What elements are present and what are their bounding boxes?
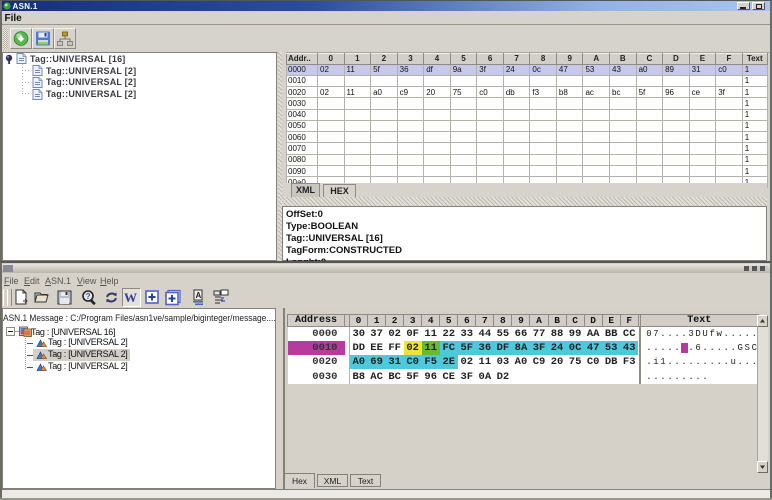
svg-text:?: ? (86, 292, 91, 301)
svg-text:A: A (196, 291, 202, 300)
svg-text:W: W (124, 290, 137, 305)
